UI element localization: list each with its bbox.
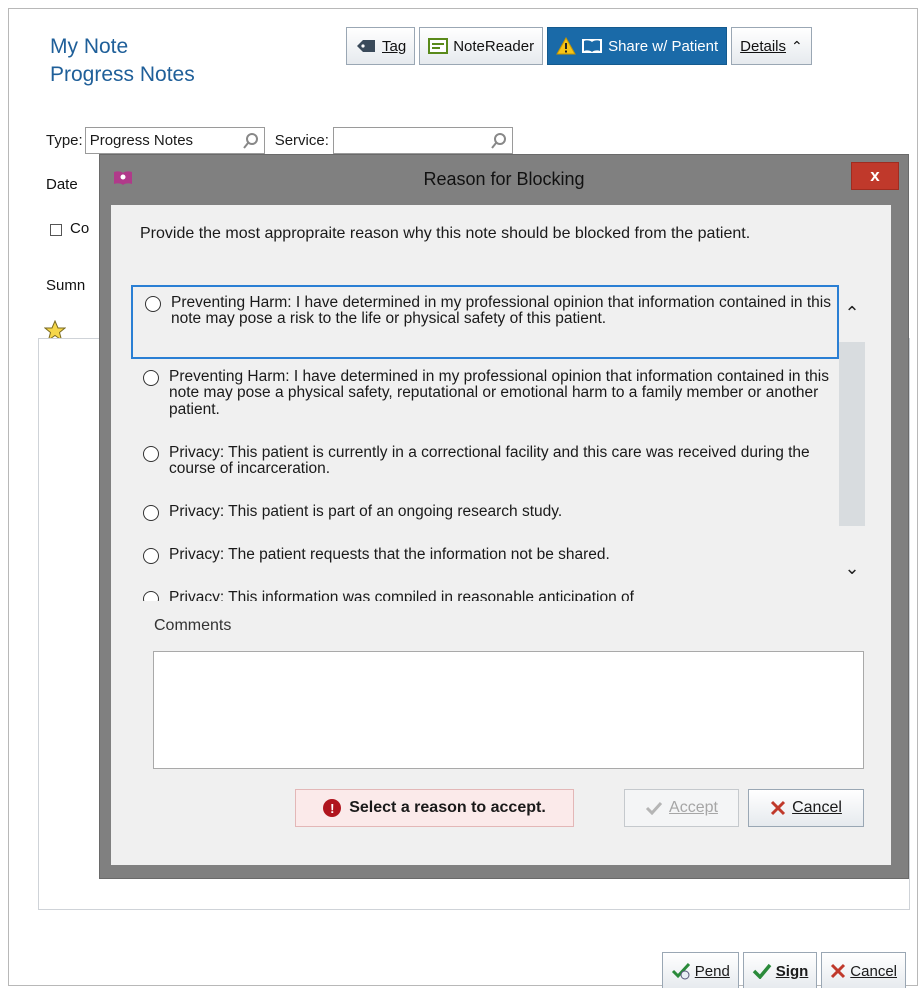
footer-cancel-button[interactable]: Cancel	[821, 952, 906, 988]
details-button[interactable]: Details ⌃	[731, 27, 812, 65]
accept-label: Accept	[669, 799, 718, 816]
footer-actions: Pend Sign Cancel	[661, 952, 906, 988]
note-title-block: My Note Progress Notes	[50, 33, 195, 90]
scroll-track[interactable]	[839, 342, 865, 526]
cancel-label: Cancel	[792, 799, 842, 816]
reason-text: Privacy: The patient requests that the i…	[169, 546, 610, 563]
radio-button[interactable]	[143, 548, 159, 564]
service-label: Service:	[274, 132, 329, 149]
notereader-label: NoteReader	[453, 37, 535, 55]
note-title: My Note	[50, 35, 129, 58]
comments-label: Comments	[154, 617, 232, 634]
reason-option[interactable]: Privacy: This patient is part of an ongo…	[131, 503, 839, 521]
x-icon	[831, 963, 846, 979]
notereader-button[interactable]: NoteReader	[419, 27, 544, 65]
share-with-patient-button[interactable]: Share w/ Patient	[547, 27, 728, 65]
sign-button[interactable]: Sign	[742, 952, 818, 988]
type-service-row: Type: Progress Notes Service:	[46, 127, 513, 154]
checkmark-icon	[752, 963, 772, 979]
footer-cancel-label: Cancel	[850, 962, 897, 980]
type-value: Progress Notes	[89, 132, 194, 149]
close-icon: x	[870, 166, 880, 185]
type-label: Type:	[46, 132, 83, 149]
reason-text: Privacy: This information was compiled i…	[169, 589, 634, 601]
reason-option[interactable]: Privacy: The patient requests that the i…	[131, 546, 839, 564]
warning-icon	[556, 37, 576, 55]
accept-button[interactable]: Accept	[624, 789, 739, 827]
comments-textarea[interactable]	[153, 651, 864, 769]
details-label: Details	[740, 37, 786, 55]
pend-icon	[671, 962, 690, 980]
reason-option[interactable]: Privacy: This patient is currently in a …	[131, 444, 839, 478]
reason-text: Privacy: This patient is currently in a …	[169, 444, 810, 478]
reason-scrollbar[interactable]: ⌃ ⌄	[839, 295, 865, 585]
dialog-prompt: Provide the most appropraite reason why …	[140, 225, 751, 242]
date-label: Date	[46, 176, 78, 193]
note-subtitle: Progress Notes	[50, 63, 195, 87]
reason-text: Privacy: This patient is part of an ongo…	[169, 503, 563, 520]
reason-option[interactable]: Preventing Harm: I have determined in my…	[131, 368, 839, 418]
validation-message: ! Select a reason to accept.	[295, 789, 574, 827]
tag-button[interactable]: Tag	[346, 27, 416, 65]
tag-icon	[357, 40, 375, 52]
reason-text: Preventing Harm: I have determined in my…	[169, 368, 829, 418]
checkmark-icon	[645, 801, 663, 815]
reason-text: Preventing Harm: I have determined in my…	[171, 294, 831, 328]
radio-button[interactable]	[143, 370, 159, 386]
radio-button[interactable]	[143, 591, 159, 601]
service-input[interactable]	[332, 127, 513, 154]
reason-option[interactable]: Preventing Harm: I have determined in my…	[131, 285, 839, 359]
cosign-checkbox[interactable]	[50, 224, 62, 236]
pend-label: Pend	[694, 962, 730, 980]
cancel-button[interactable]: Cancel	[748, 789, 864, 827]
share-book-icon	[114, 171, 132, 185]
dialog-body: Provide the most appropraite reason why …	[111, 205, 891, 865]
close-button[interactable]: x	[851, 162, 899, 190]
type-input[interactable]: Progress Notes	[84, 127, 265, 154]
chevron-up-icon[interactable]: ⌃	[839, 295, 865, 331]
dialog-title: Reason for Blocking	[423, 168, 585, 189]
pend-button[interactable]: Pend	[661, 952, 739, 988]
summary-label: Sumn	[46, 277, 86, 294]
reason-for-blocking-dialog: Reason for Blocking x Provide the most a…	[99, 154, 909, 879]
validation-text: Select a reason to accept.	[349, 799, 546, 816]
double-chevron-up-icon: ⌃	[791, 37, 803, 54]
share-label: Share w/ Patient	[608, 37, 719, 55]
search-icon	[491, 132, 506, 149]
sign-label: Sign	[775, 962, 809, 980]
radio-button[interactable]	[143, 505, 159, 521]
dialog-titlebar: Reason for Blocking x	[100, 155, 908, 203]
cosign-label: Co	[70, 220, 90, 237]
notereader-icon	[428, 38, 449, 54]
chevron-down-icon[interactable]: ⌄	[839, 553, 865, 583]
note-toolbar: Tag NoteReader Share w/ Patient Details …	[346, 27, 812, 65]
error-icon: !	[323, 799, 342, 817]
search-icon	[242, 132, 258, 149]
tag-label: Tag	[382, 37, 407, 55]
radio-button[interactable]	[143, 446, 159, 462]
radio-button[interactable]	[145, 296, 161, 312]
reason-list: Preventing Harm: I have determined in my…	[131, 285, 839, 601]
share-book-icon	[582, 39, 603, 53]
reason-option[interactable]: Privacy: This information was compiled i…	[131, 589, 839, 601]
x-icon	[771, 800, 786, 816]
